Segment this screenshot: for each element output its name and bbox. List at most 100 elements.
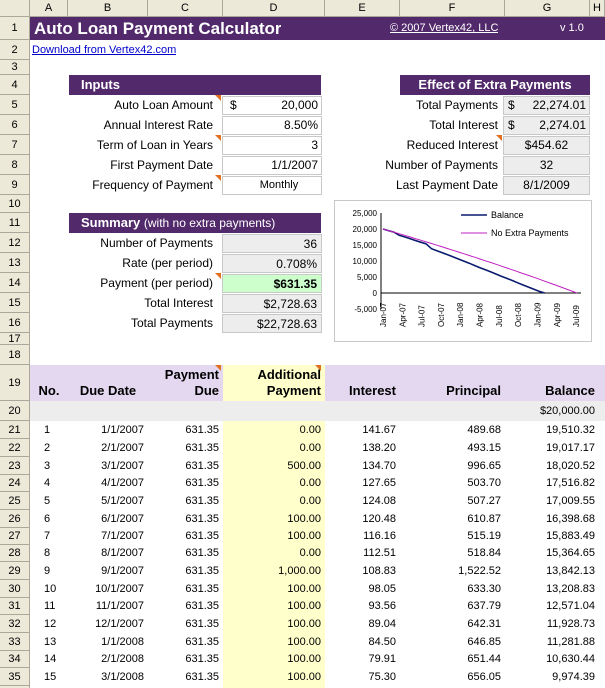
row-header-4[interactable]: 4 (0, 75, 30, 95)
row-header-28[interactable]: 28 (0, 545, 30, 562)
table-cell-add[interactable]: 100.00 (223, 580, 325, 598)
input-value[interactable]: 3 (236, 136, 322, 155)
summary-label: Total Payments (130, 316, 213, 330)
table-cell-date: 10/1/2007 (95, 583, 144, 595)
table-cell-interest: 79.91 (368, 653, 396, 665)
row-header-34[interactable]: 34 (0, 651, 30, 668)
row-header-9[interactable]: 9 (0, 175, 30, 195)
row-header-32[interactable]: 32 (0, 615, 30, 633)
table-cell-interest: 108.83 (362, 565, 396, 577)
balance-chart[interactable]: 25,000 20,000 15,000 10,000 5,000 0 -5,000 Jan-… (334, 200, 592, 342)
table-cell-add[interactable]: 1,000.00 (223, 562, 325, 580)
table-cell-date: 2/1/2007 (101, 442, 144, 454)
effect-label: Total Payments (415, 98, 498, 112)
comment-marker (215, 365, 221, 371)
input-value[interactable]: Monthly (236, 176, 322, 195)
column-header-a[interactable]: A (30, 0, 68, 17)
table-cell-due: 631.35 (185, 636, 219, 648)
row-header-24[interactable]: 24 (0, 475, 30, 492)
table-cell-balance: 13,842.13 (546, 565, 595, 577)
summary-value: $22,728.63 (222, 314, 322, 333)
effect-label: Number of Payments (385, 158, 498, 172)
download-link[interactable]: Download from Vertex42.com (32, 40, 176, 60)
row-header-33[interactable]: 33 (0, 633, 30, 651)
copyright-link[interactable]: © 2007 Vertex42, LLC (390, 17, 498, 40)
summary-label: Payment (per period) (100, 276, 213, 290)
table-cell-no: 6 (44, 513, 51, 525)
column-header-b[interactable]: B (68, 0, 148, 17)
table-cell-date: 3/1/2007 (101, 460, 144, 472)
table-cell-principal: 503.70 (467, 477, 501, 489)
row-header-21[interactable]: 21 (0, 421, 30, 439)
row-header-16[interactable]: 16 (0, 313, 30, 333)
column-header-f[interactable]: F (400, 0, 505, 17)
row-header-29[interactable]: 29 (0, 562, 30, 580)
x-tick-label: Jan-09 (533, 302, 542, 327)
table-cell-no: 4 (44, 477, 51, 489)
summary-value: $631.35 (222, 274, 322, 293)
table-cell-add[interactable]: 0.00 (223, 439, 325, 457)
row-header-10[interactable]: 10 (0, 195, 30, 213)
table-cell-balance: 19,017.17 (546, 442, 595, 454)
row-header-15[interactable]: 15 (0, 293, 30, 313)
row-header-13[interactable]: 13 (0, 253, 30, 273)
input-value[interactable]: 1/1/2007 (236, 156, 322, 175)
x-tick-label: Apr-08 (476, 302, 485, 327)
x-tick-label: Apr-09 (553, 302, 562, 327)
row-header-20[interactable]: 20 (0, 401, 30, 421)
row-header-19[interactable]: 19 (0, 365, 30, 401)
row-header-30[interactable]: 30 (0, 580, 30, 598)
row-header-3[interactable]: 3 (0, 60, 30, 75)
page-title: Auto Loan Payment Calculator (34, 19, 282, 38)
table-cell-add[interactable]: 100.00 (223, 668, 325, 686)
table-cell-due: 631.35 (185, 583, 219, 595)
table-cell-add[interactable]: 0.00 (223, 421, 325, 439)
column-header-c[interactable]: C (148, 0, 223, 17)
table-cell-add[interactable]: 100.00 (223, 510, 325, 528)
table-cell-principal: 507.27 (467, 495, 501, 507)
effect-label: Last Payment Date (395, 178, 498, 192)
x-tick-label: Jul-09 (572, 305, 581, 327)
comment-marker (215, 95, 221, 101)
table-cell-add[interactable]: 100.00 (223, 651, 325, 668)
table-cell-due: 631.35 (185, 513, 219, 525)
select-all-corner[interactable] (0, 0, 30, 17)
row-header-8[interactable]: 8 (0, 155, 30, 175)
table-cell-interest: 120.48 (362, 513, 396, 525)
table-cell-add[interactable]: 500.00 (223, 457, 325, 475)
input-value[interactable]: 8.50% (236, 116, 322, 135)
table-cell-add[interactable]: 0.00 (223, 475, 325, 492)
table-cell-add[interactable]: 0.00 (223, 545, 325, 562)
column-header-e[interactable]: E (325, 0, 400, 17)
table-cell-date: 6/1/2007 (101, 513, 144, 525)
row-header-2[interactable]: 2 (0, 40, 30, 60)
column-header-h[interactable]: H (590, 0, 605, 17)
column-header-d[interactable]: D (223, 0, 325, 17)
table-cell-add[interactable]: 100.00 (223, 598, 325, 615)
row-header-11[interactable]: 11 (0, 213, 30, 233)
row-header-35[interactable]: 35 (0, 668, 30, 686)
row-header-27[interactable]: 27 (0, 528, 30, 545)
row-header-14[interactable]: 14 (0, 273, 30, 293)
table-cell-date: 12/1/2007 (95, 618, 144, 630)
row-header-17[interactable]: 17 (0, 333, 30, 345)
row-header-26[interactable]: 26 (0, 510, 30, 528)
x-tick-label: Oct-07 (437, 302, 446, 327)
row-header-22[interactable]: 22 (0, 439, 30, 457)
column-header-g[interactable]: G (505, 0, 590, 17)
row-header-12[interactable]: 12 (0, 233, 30, 253)
row-header-25[interactable]: 25 (0, 492, 30, 510)
row-header-5[interactable]: 5 (0, 95, 30, 115)
input-value[interactable]: 20,000 (236, 96, 322, 115)
table-cell-add[interactable]: 100.00 (223, 633, 325, 651)
row-header-7[interactable]: 7 (0, 135, 30, 155)
row-header-18[interactable]: 18 (0, 345, 30, 365)
table-cell-add[interactable]: 100.00 (223, 615, 325, 633)
row-header-1[interactable]: 1 (0, 17, 30, 40)
row-header-23[interactable]: 23 (0, 457, 30, 475)
version-label: v 1.0 (560, 22, 584, 34)
table-cell-add[interactable]: 0.00 (223, 492, 325, 510)
row-header-31[interactable]: 31 (0, 598, 30, 615)
row-header-6[interactable]: 6 (0, 115, 30, 135)
table-cell-add[interactable]: 100.00 (223, 528, 325, 545)
